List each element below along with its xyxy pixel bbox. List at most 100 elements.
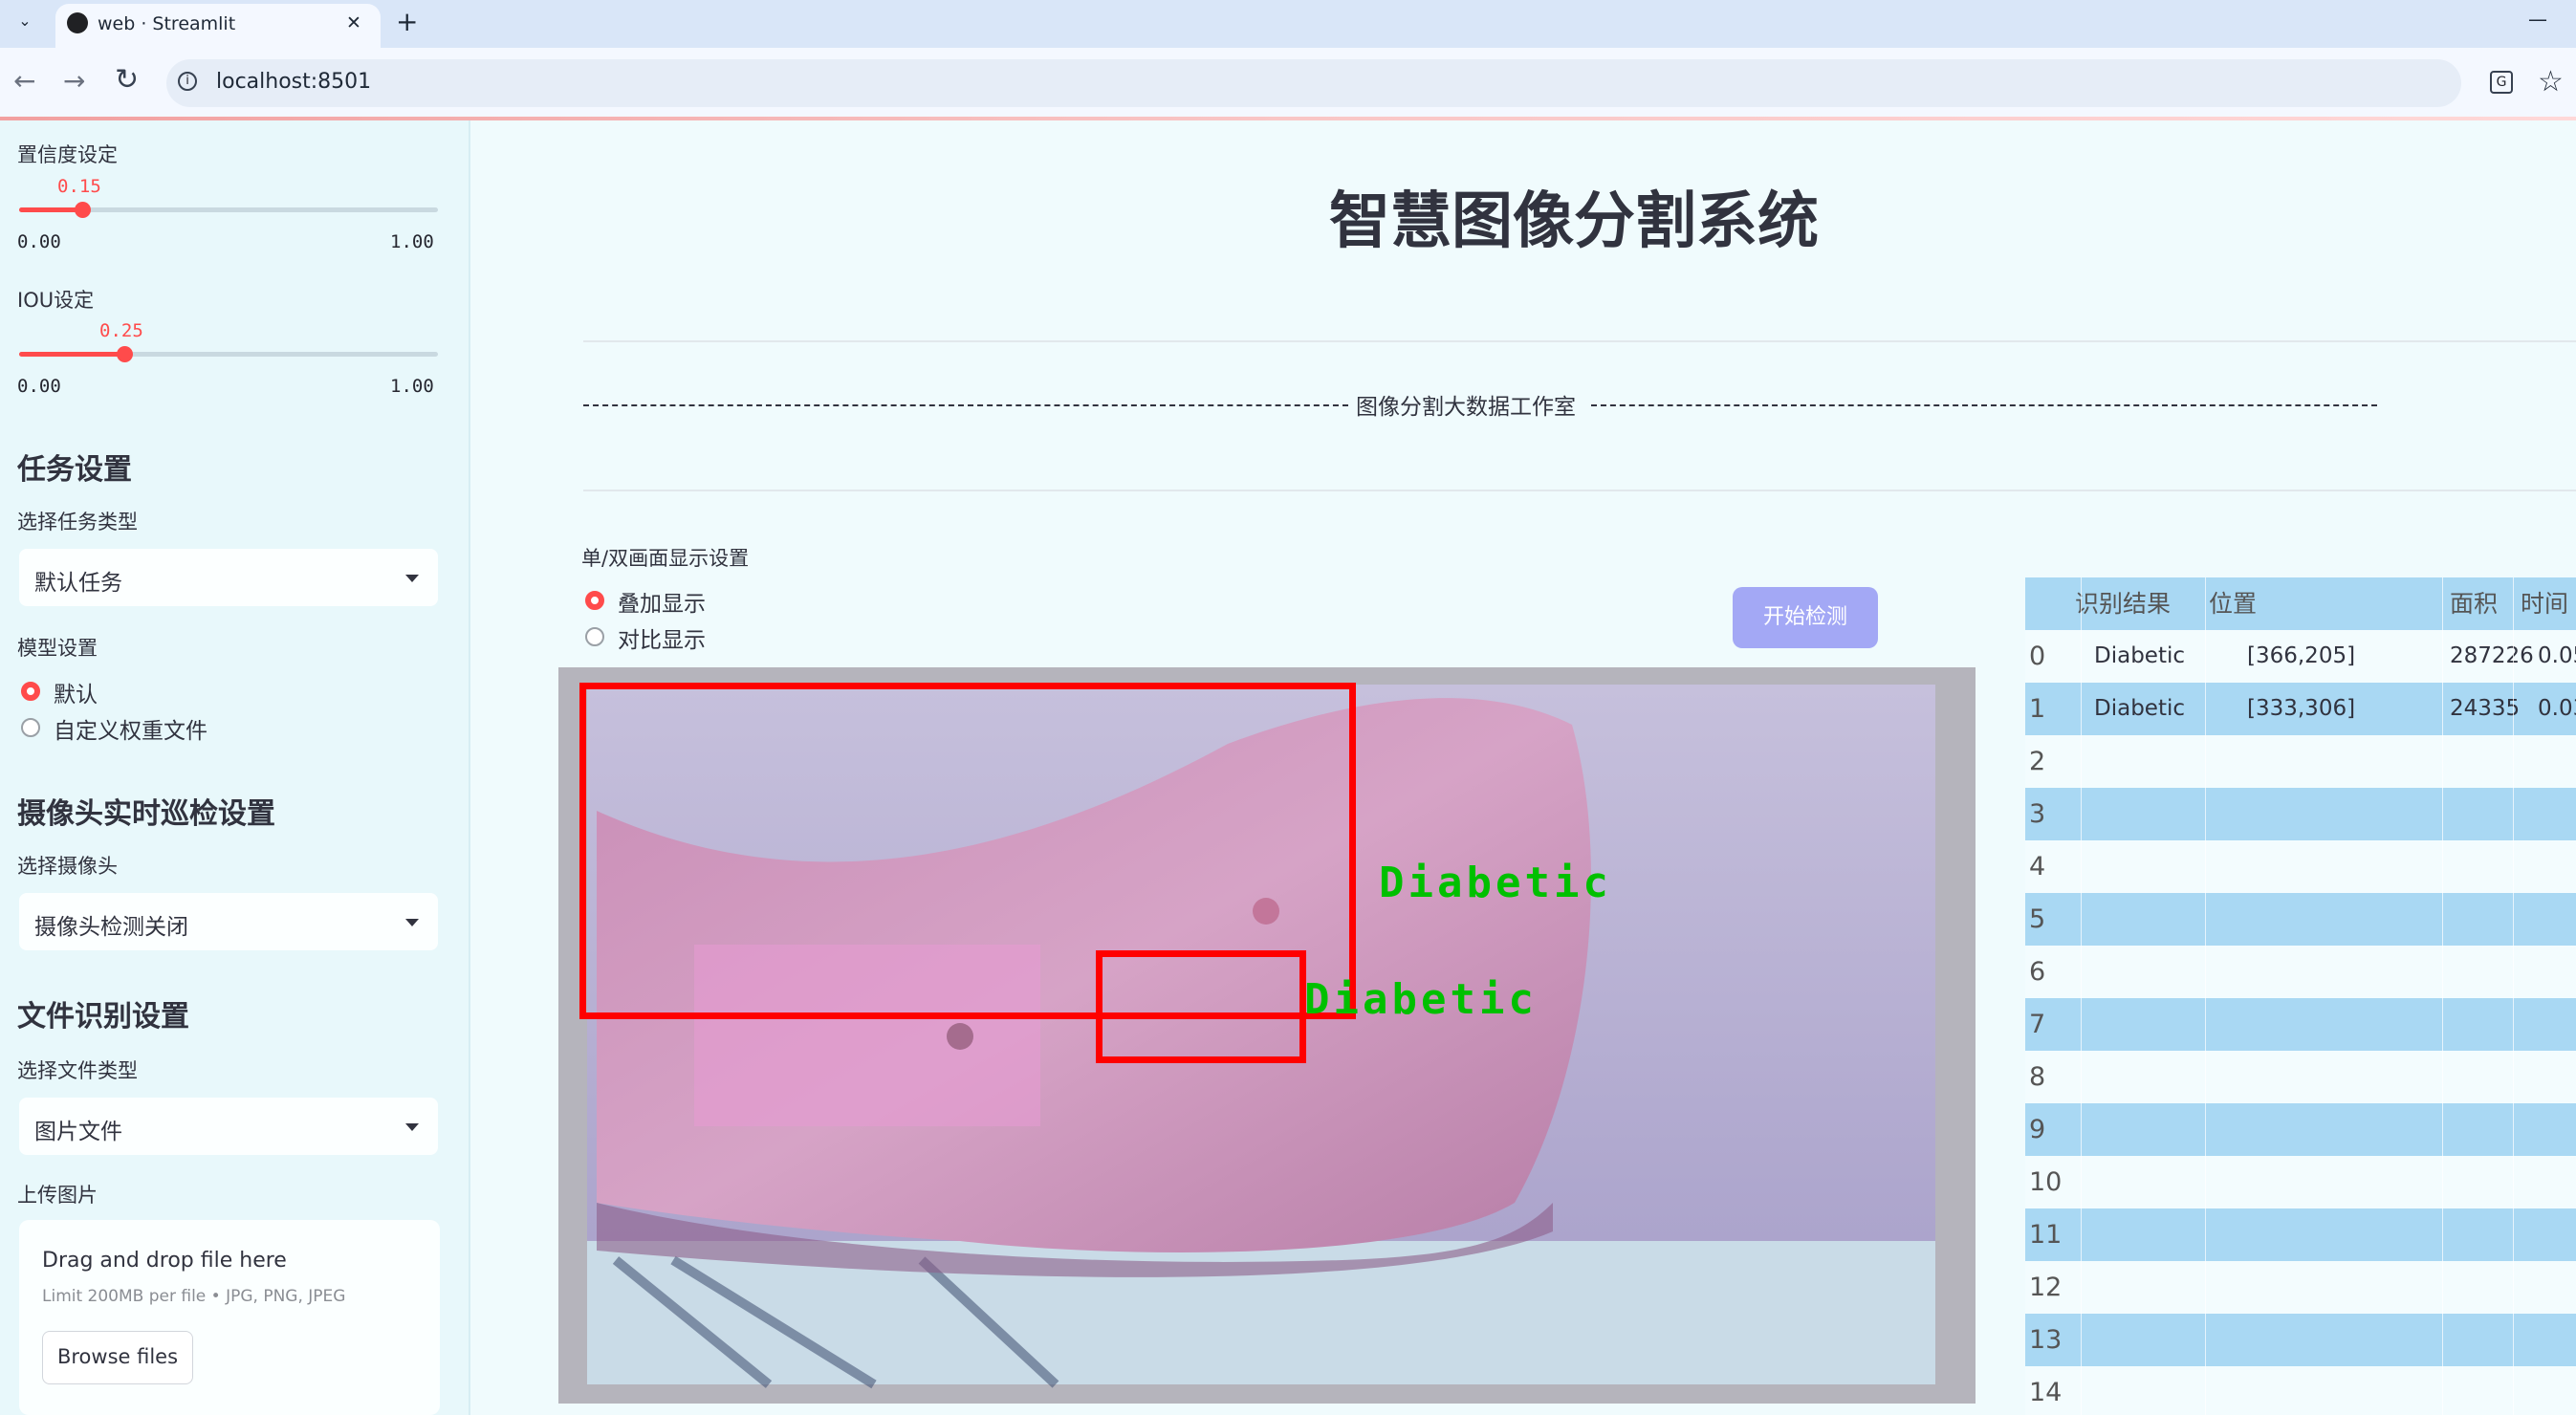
iou-slider-thumb[interactable] <box>116 346 133 362</box>
forward-icon[interactable]: → <box>63 65 85 97</box>
detection-box-inner <box>1096 950 1306 1063</box>
row-index-cell: 1 <box>2029 694 2046 724</box>
time-cell: 0.03 <box>2538 696 2576 721</box>
table-header: 识别结果 位置 面积 时间 <box>2025 577 2576 630</box>
minimize-icon[interactable]: — <box>2528 8 2547 31</box>
streamlit-favicon-icon <box>67 12 88 33</box>
bookmark-star-icon[interactable]: ☆ <box>2538 65 2564 98</box>
second-divider <box>583 490 2576 491</box>
row-index-cell: 11 <box>2029 1220 2063 1250</box>
detection-label-2: Diabetic <box>1304 975 1538 1024</box>
display-compare-label[interactable]: 对比显示 <box>618 621 706 654</box>
iou-slider-min: 0.00 <box>17 376 61 397</box>
model-custom-radio[interactable] <box>21 718 40 737</box>
browser-tab[interactable]: web · Streamlit ✕ <box>55 4 381 48</box>
tab-list-dropdown-icon[interactable]: ⌄ <box>13 10 36 33</box>
camera-settings-heading: 摄像头实时巡检设置 <box>17 797 275 831</box>
reload-icon[interactable]: ↻ <box>115 63 139 97</box>
browse-files-button[interactable]: Browse files <box>42 1331 193 1384</box>
table-row[interactable]: 14 <box>2025 1366 2576 1415</box>
tab-close-icon[interactable]: ✕ <box>346 12 361 33</box>
model-default-label[interactable]: 默认 <box>54 676 98 708</box>
back-icon[interactable]: ← <box>13 65 35 97</box>
table-row[interactable]: 2 <box>2025 735 2576 788</box>
confidence-slider-max: 1.00 <box>390 231 434 252</box>
table-row[interactable]: 12 <box>2025 1261 2576 1314</box>
time-cell: 0.05 <box>2538 643 2576 668</box>
table-row[interactable]: 5 <box>2025 893 2576 946</box>
ulcer-mark <box>947 1023 973 1050</box>
row-index-cell: 6 <box>2029 957 2046 987</box>
table-row[interactable]: 0 Diabetic [366,205] 2872260.05 <box>2025 630 2576 683</box>
task-type-select[interactable]: 默认任务 <box>19 549 438 606</box>
model-default-radio[interactable] <box>21 682 40 701</box>
column-header-position[interactable]: 位置 <box>2209 577 2257 630</box>
top-divider <box>583 340 2576 342</box>
row-index-cell: 9 <box>2029 1115 2046 1144</box>
position-cell: [366,205] <box>2247 643 2356 668</box>
detection-label-1: Diabetic <box>1379 859 1612 907</box>
table-row[interactable]: 7 <box>2025 998 2576 1051</box>
studio-divider-text: 图像分割大数据工作室 <box>1356 395 1576 420</box>
result-cell: Diabetic <box>2094 643 2185 668</box>
table-row[interactable]: 8 <box>2025 1051 2576 1103</box>
iou-slider-value: 0.25 <box>99 320 143 341</box>
table-row[interactable]: 13 <box>2025 1314 2576 1366</box>
table-row[interactable]: 1 Diabetic [333,306] 24335 0.03 <box>2025 683 2576 735</box>
camera-select-value: 摄像头检测关闭 <box>34 915 188 940</box>
confidence-slider-fill <box>19 207 82 212</box>
row-index-cell: 10 <box>2029 1167 2063 1197</box>
divider-dashes-right <box>1591 404 2377 406</box>
row-index-cell: 8 <box>2029 1062 2046 1092</box>
confidence-slider-label: 置信度设定 <box>17 143 118 166</box>
file-settings-heading: 文件识别设置 <box>17 1000 189 1034</box>
column-header-time[interactable]: 时间 <box>2521 577 2568 630</box>
task-settings-heading: 任务设置 <box>17 453 132 487</box>
browser-tab-bar <box>0 0 2576 48</box>
table-row[interactable]: 3 <box>2025 788 2576 840</box>
display-overlay-label[interactable]: 叠加显示 <box>618 585 706 618</box>
table-row[interactable]: 4 <box>2025 840 2576 893</box>
iou-slider-max: 1.00 <box>390 376 434 397</box>
start-detection-button[interactable]: 开始检测 <box>1733 587 1878 648</box>
chevron-down-icon <box>405 575 419 582</box>
camera-select[interactable]: 摄像头检测关闭 <box>19 893 438 950</box>
file-type-value: 图片文件 <box>34 1120 122 1144</box>
result-cell: Diabetic <box>2094 696 2185 721</box>
translate-icon[interactable]: G <box>2490 71 2513 94</box>
confidence-slider-min: 0.00 <box>17 231 61 252</box>
dropzone-text: Drag and drop file here <box>42 1249 287 1273</box>
site-info-icon[interactable]: i <box>178 72 197 91</box>
row-index-cell: 0 <box>2029 642 2046 671</box>
detection-image: Diabetic Diabetic <box>558 667 1976 1404</box>
column-header-result[interactable]: 识别结果 <box>2075 577 2171 630</box>
new-tab-icon[interactable]: + <box>396 6 418 37</box>
confidence-slider-thumb[interactable] <box>74 202 91 218</box>
display-setting-label: 单/双画面显示设置 <box>581 547 750 570</box>
row-index-cell: 3 <box>2029 799 2046 829</box>
file-type-label: 选择文件类型 <box>17 1059 138 1082</box>
file-type-select[interactable]: 图片文件 <box>19 1098 438 1155</box>
results-table[interactable]: 识别结果 位置 面积 时间 0 Diabetic [366,205] 287226 0.… <box>2025 577 2576 1415</box>
upload-label: 上传图片 <box>17 1184 98 1207</box>
column-separator <box>2442 577 2443 1415</box>
row-index-cell: 2 <box>2029 747 2046 776</box>
address-bar[interactable]: i localhost:8501 <box>166 59 2461 107</box>
position-cell: [333,306] <box>2247 696 2356 721</box>
page-title: 智慧图像分割系统 <box>1329 186 1819 257</box>
row-index-cell: 13 <box>2029 1325 2063 1355</box>
chevron-down-icon <box>405 1123 419 1131</box>
iou-slider-fill <box>19 352 124 357</box>
tab-title: web · Streamlit <box>98 13 236 34</box>
display-overlay-radio[interactable] <box>585 591 604 610</box>
task-type-value: 默认任务 <box>34 571 122 596</box>
url-text: localhost:8501 <box>216 70 372 94</box>
table-row[interactable]: 10 <box>2025 1156 2576 1208</box>
row-index-cell: 5 <box>2029 904 2046 934</box>
table-row[interactable]: 11 <box>2025 1208 2576 1261</box>
model-custom-label[interactable]: 自定义权重文件 <box>54 712 207 745</box>
table-row[interactable]: 9 <box>2025 1103 2576 1156</box>
table-row[interactable]: 6 <box>2025 946 2576 998</box>
display-compare-radio[interactable] <box>585 627 604 646</box>
column-header-area[interactable]: 面积 <box>2450 577 2498 630</box>
